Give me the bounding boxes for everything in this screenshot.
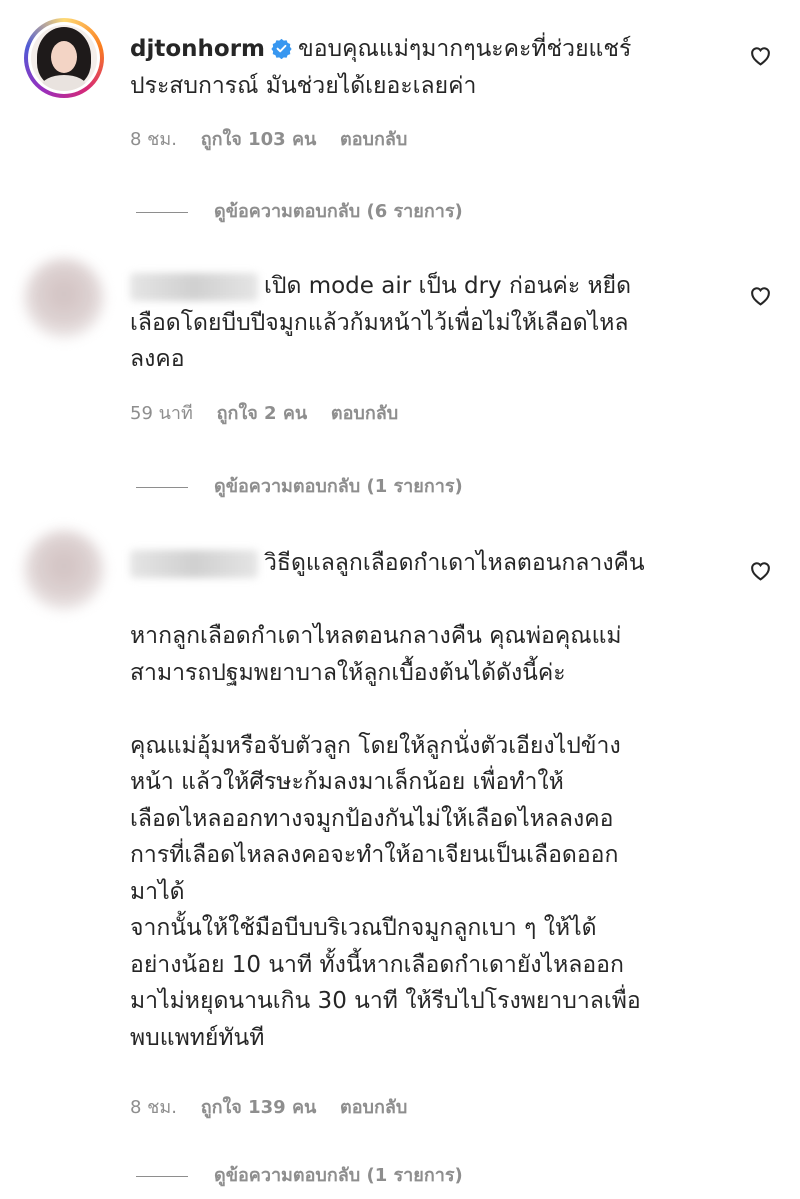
comment-text: เปิด mode air เป็น dry ก่อนค่ะ หยีด เลือ… (130, 268, 730, 378)
view-replies-label: ดูข้อความตอบกลับ (1 รายการ) (214, 1165, 463, 1186)
username[interactable]: djtonhorm (130, 36, 265, 62)
likes-count[interactable]: ถูกใจ 103 คน (201, 129, 317, 150)
reply-button[interactable]: ตอบกลับ (340, 1097, 407, 1118)
avatar[interactable] (24, 258, 104, 338)
comment-meta: 8 ชม. ถูกใจ 103 คน ตอบกลับ (130, 124, 425, 153)
view-replies-label: ดูข้อความตอบกลับ (1 รายการ) (214, 476, 463, 497)
comment-text: วิธีดูแลลูกเลือดกำเดาไหลตอนกลางคืน หากลู… (130, 545, 730, 1056)
reply-button[interactable]: ตอบกลับ (331, 403, 398, 424)
view-replies-label: ดูข้อความตอบกลับ (6 รายการ) (214, 201, 463, 222)
view-replies-button[interactable]: ดูข้อความตอบกลับ (1 รายการ) (136, 1160, 463, 1189)
replies-divider (136, 1175, 188, 1177)
username-blurred[interactable] (130, 549, 258, 578)
reply-button[interactable]: ตอบกลับ (340, 129, 407, 150)
likes-count[interactable]: ถูกใจ 2 คน (217, 403, 308, 424)
verified-badge-icon (271, 38, 292, 59)
timestamp: 8 ชม. (130, 1097, 177, 1118)
replies-divider (136, 211, 188, 213)
likes-count[interactable]: ถูกใจ 139 คน (201, 1097, 317, 1118)
view-replies-button[interactable]: ดูข้อความตอบกลับ (1 รายการ) (136, 471, 463, 500)
avatar[interactable] (24, 530, 104, 610)
profile-photo (31, 25, 97, 91)
view-replies-button[interactable]: ดูข้อความตอบกลับ (6 รายการ) (136, 196, 463, 225)
heart-outline-icon[interactable] (748, 558, 773, 583)
comment-meta: 59 นาที ถูกใจ 2 คน ตอบกลับ (130, 398, 416, 427)
avatar[interactable] (24, 18, 104, 98)
timestamp: 8 ชม. (130, 129, 177, 150)
comment-text: djtonhorm ขอบคุณแม่ๆมากๆนะคะที่ช่วยแชร์ ป… (130, 31, 730, 104)
comment-body: วิธีดูแลลูกเลือดกำเดาไหลตอนกลางคืน หากลู… (130, 550, 645, 1051)
username-blurred[interactable] (130, 272, 258, 301)
replies-divider (136, 486, 188, 488)
heart-outline-icon[interactable] (748, 43, 773, 68)
timestamp: 59 นาที (130, 403, 193, 424)
heart-outline-icon[interactable] (748, 283, 773, 308)
comment-meta: 8 ชม. ถูกใจ 139 คน ตอบกลับ (130, 1092, 425, 1121)
